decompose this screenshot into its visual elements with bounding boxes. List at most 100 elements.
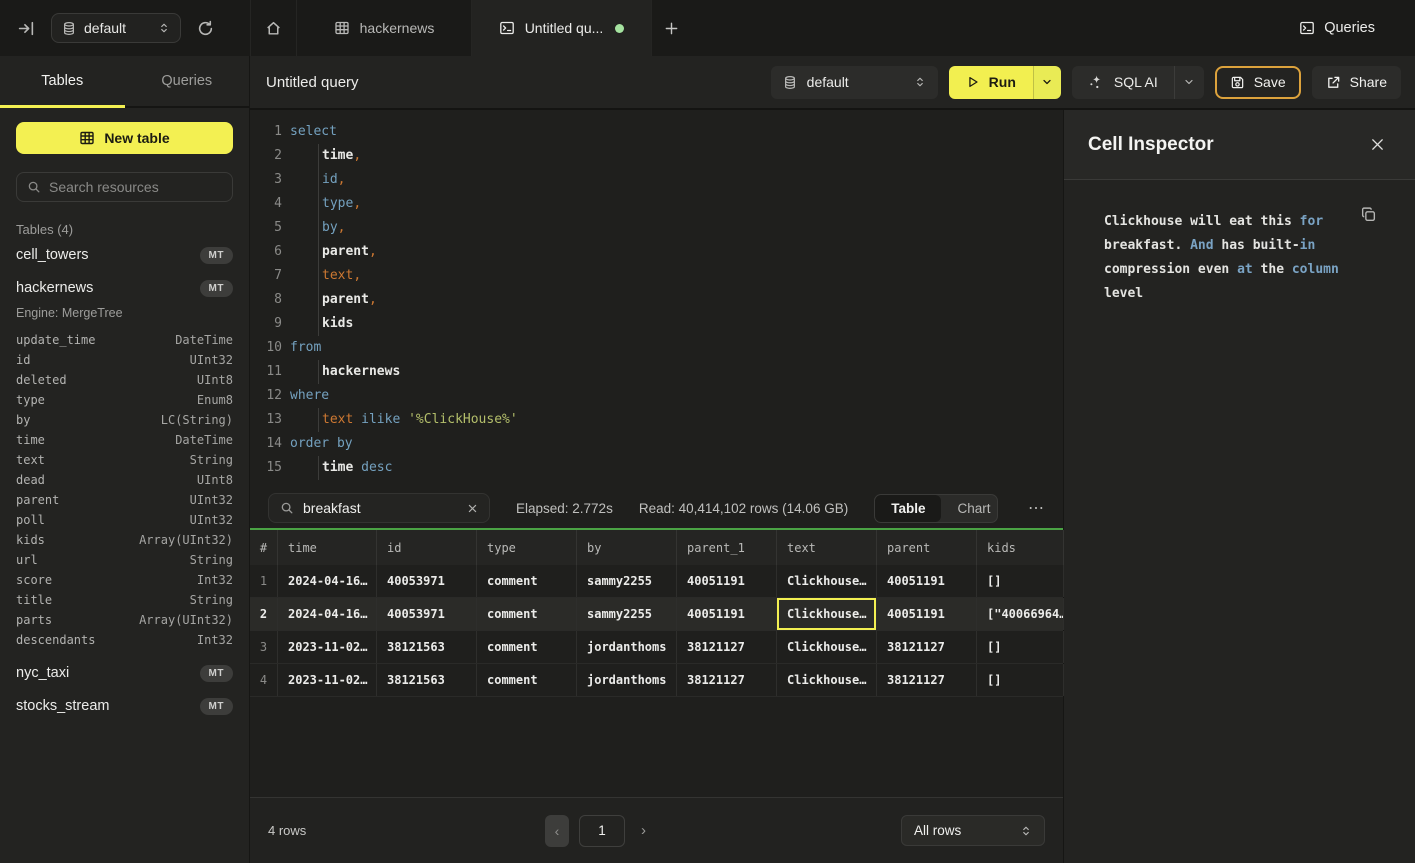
table-cell[interactable]: 2023-11-02… — [278, 631, 377, 663]
inspector-text-line: compression even at the column level — [1104, 258, 1345, 306]
editor-results-pane: 1select2time,3id,4type,5by,6parent,7text… — [250, 110, 1064, 863]
refresh-icon[interactable] — [197, 20, 214, 37]
table-row[interactable]: 12024-04-16…40053971commentsammy22554005… — [250, 565, 1063, 598]
sidebar-table-nyc-taxi[interactable]: nyc_taxi MT — [16, 658, 233, 688]
table-cell[interactable]: comment — [477, 631, 577, 663]
column-definition: descendantsInt32 — [16, 630, 233, 650]
database-selector[interactable]: default — [51, 13, 181, 43]
row-number: 4 — [250, 664, 278, 696]
table-row[interactable]: 32023-11-02…38121563commentjordanthoms38… — [250, 631, 1063, 664]
copy-icon[interactable] — [1360, 206, 1377, 223]
view-toggle-table[interactable]: Table — [875, 495, 941, 522]
tab-untitled-query[interactable]: Untitled qu... — [472, 0, 652, 56]
table-name: hackernews — [16, 280, 93, 296]
code-line: 6parent, — [250, 240, 1063, 264]
sql-editor[interactable]: 1select2time,3id,4type,5by,6parent,7text… — [250, 110, 1063, 488]
query-database-selector[interactable]: default — [771, 66, 938, 99]
table-cell[interactable]: Clickhouse… — [777, 565, 877, 597]
column-header[interactable]: kids — [977, 530, 1064, 565]
table-cell[interactable]: Clickhouse… — [777, 664, 877, 696]
sidebar-table-stocks-stream[interactable]: stocks_stream MT — [16, 691, 233, 721]
sidebar-search-input[interactable] — [49, 179, 222, 195]
table-cell[interactable]: 40053971 — [377, 565, 477, 597]
column-header[interactable]: text — [777, 530, 877, 565]
table-cell[interactable]: 40051191 — [677, 598, 777, 630]
sidebar-tab-queries[interactable]: Queries — [125, 56, 250, 106]
next-page-button[interactable]: › — [641, 822, 646, 839]
sidebar-tab-tables[interactable]: Tables — [0, 56, 125, 106]
topbar: default hackernews — [0, 0, 1415, 56]
table-cell[interactable]: 38121563 — [377, 631, 477, 663]
code-line: 9kids — [250, 312, 1063, 336]
sidebar-table-cell-towers[interactable]: cell_towers MT — [16, 240, 233, 270]
close-icon[interactable] — [1370, 137, 1385, 152]
queries-button[interactable]: Queries — [1299, 0, 1415, 56]
chevron-updown-icon — [158, 21, 170, 35]
run-button[interactable]: Run — [949, 66, 1033, 99]
table-cell[interactable]: [] — [977, 565, 1064, 597]
table-cell[interactable]: jordanthoms — [577, 631, 677, 663]
page-size-selector[interactable]: All rows — [901, 815, 1045, 846]
sql-ai-options-button[interactable] — [1174, 66, 1204, 99]
prev-page-button[interactable]: ‹ — [545, 815, 569, 847]
results-search-input[interactable] — [303, 500, 458, 516]
sidebar-table-hackernews[interactable]: hackernews MT — [16, 273, 233, 303]
table-cell[interactable]: 38121127 — [877, 631, 977, 663]
table-cell[interactable]: comment — [477, 565, 577, 597]
column-header[interactable]: parent — [877, 530, 977, 565]
table-row[interactable]: 22024-04-16…40053971commentsammy22554005… — [250, 598, 1063, 631]
tab-home[interactable] — [250, 0, 297, 56]
table-cell[interactable]: 38121563 — [377, 664, 477, 696]
table-cell[interactable]: sammy2255 — [577, 565, 677, 597]
collapse-sidebar-icon[interactable] — [18, 20, 35, 37]
column-header[interactable]: by — [577, 530, 677, 565]
code-line: 10from — [250, 336, 1063, 360]
column-header[interactable]: id — [377, 530, 477, 565]
column-header[interactable]: time — [278, 530, 377, 565]
clear-search-icon[interactable] — [467, 503, 478, 514]
table-cell[interactable]: 38121127 — [677, 664, 777, 696]
column-definition: pollUInt32 — [16, 510, 233, 530]
table-cell[interactable]: comment — [477, 598, 577, 630]
table-cell[interactable]: [] — [977, 664, 1064, 696]
table-cell[interactable]: Clickhouse… — [777, 598, 877, 630]
new-table-button[interactable]: New table — [16, 122, 233, 154]
table-cell[interactable]: 2023-11-02… — [278, 664, 377, 696]
table-cell[interactable]: 2024-04-16… — [278, 565, 377, 597]
table-cell[interactable]: ["40066964… — [977, 598, 1064, 630]
table-cell[interactable]: 40053971 — [377, 598, 477, 630]
save-button[interactable]: Save — [1215, 66, 1301, 99]
table-cell[interactable]: 2024-04-16… — [278, 598, 377, 630]
cell-inspector-title: Cell Inspector — [1088, 134, 1214, 156]
table-cell[interactable]: 38121127 — [877, 664, 977, 696]
queries-icon — [1299, 20, 1315, 36]
table-cell[interactable]: [] — [977, 631, 1064, 663]
column-header[interactable]: parent_1 — [677, 530, 777, 565]
table-row[interactable]: 42023-11-02…38121563commentjordanthoms38… — [250, 664, 1063, 697]
column-header[interactable]: # — [250, 530, 278, 565]
topbar-left: default — [0, 0, 250, 56]
view-toggle-chart[interactable]: Chart — [941, 495, 998, 522]
sql-ai-button[interactable]: SQL AI — [1072, 66, 1174, 99]
page-number-input[interactable]: 1 — [579, 815, 625, 847]
table-cell[interactable]: 38121127 — [677, 631, 777, 663]
run-options-button[interactable] — [1033, 66, 1061, 99]
new-tab-button[interactable] — [664, 21, 679, 36]
table-cell[interactable]: Clickhouse… — [777, 631, 877, 663]
column-definition: parentUInt32 — [16, 490, 233, 510]
results-search[interactable] — [268, 493, 490, 523]
table-cell[interactable]: jordanthoms — [577, 664, 677, 696]
share-button[interactable]: Share — [1312, 66, 1401, 99]
table-cell[interactable]: 40051191 — [677, 565, 777, 597]
column-header[interactable]: type — [477, 530, 577, 565]
column-definition: scoreInt32 — [16, 570, 233, 590]
results-more-icon[interactable]: ⋯ — [1028, 498, 1045, 518]
results-grid-header: #timeidtypebyparent_1textparentkids — [250, 528, 1063, 565]
table-cell[interactable]: sammy2255 — [577, 598, 677, 630]
sql-ai-split-button: SQL AI — [1072, 66, 1204, 99]
table-cell[interactable]: comment — [477, 664, 577, 696]
sidebar-search[interactable] — [16, 172, 233, 202]
tab-hackernews[interactable]: hackernews — [297, 0, 472, 56]
table-cell[interactable]: 40051191 — [877, 598, 977, 630]
table-cell[interactable]: 40051191 — [877, 565, 977, 597]
